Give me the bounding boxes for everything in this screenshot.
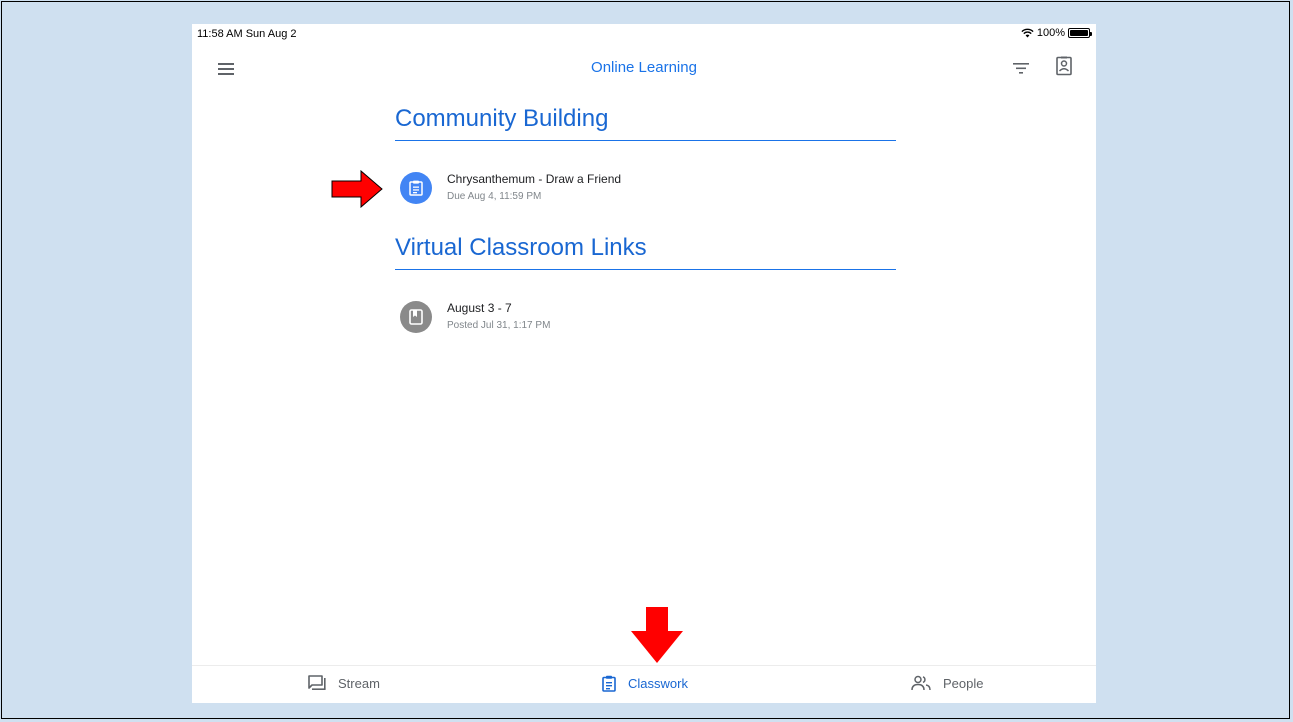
material-icon — [400, 301, 432, 333]
battery-icon — [1068, 28, 1092, 38]
nav-classwork[interactable]: Classwork — [602, 675, 688, 692]
battery-percent: 100% — [1036, 27, 1065, 39]
annotation-arrow-right — [331, 170, 383, 208]
classwork-content: Community Building Chrysanthemum - Draw … — [395, 104, 896, 356]
topic-virtual-classroom-links: Virtual Classroom Links August 3 - 7 Pos… — [395, 233, 896, 356]
profile-icon[interactable] — [1056, 56, 1072, 76]
nav-classwork-label: Classwork — [628, 676, 688, 691]
annotation-arrow-down — [631, 607, 683, 663]
wifi-icon — [1021, 28, 1034, 38]
nav-people-label: People — [943, 675, 984, 691]
topic-community-building: Community Building Chrysanthemum - Draw … — [395, 104, 896, 227]
assignment-item[interactable]: Chrysanthemum - Draw a Friend Due Aug 4,… — [395, 141, 896, 227]
class-title: Online Learning — [591, 59, 697, 76]
assignment-icon — [400, 172, 432, 204]
classwork-icon — [602, 675, 616, 692]
assignment-due-date: Due Aug 4, 11:59 PM — [447, 191, 542, 202]
people-icon — [911, 675, 931, 691]
material-item[interactable]: August 3 - 7 Posted Jul 31, 1:17 PM — [395, 270, 896, 356]
status-time: 11:58 AM Sun Aug 2 — [197, 28, 297, 40]
ipad-screen: 11:58 AM Sun Aug 2 100% Online Learning — [192, 24, 1096, 703]
nav-stream[interactable]: Stream — [308, 675, 380, 691]
topic-title: Virtual Classroom Links — [395, 233, 896, 270]
status-bar: 11:58 AM Sun Aug 2 100% — [192, 24, 1096, 46]
nav-stream-label: Stream — [338, 675, 380, 691]
material-posted-date: Posted Jul 31, 1:17 PM — [447, 320, 551, 331]
stream-icon — [308, 675, 326, 690]
assignment-title: Chrysanthemum - Draw a Friend — [447, 172, 622, 186]
filter-icon[interactable] — [1013, 61, 1029, 75]
topic-title: Community Building — [395, 104, 896, 141]
app-header: Online Learning — [192, 46, 1096, 90]
material-title: August 3 - 7 — [447, 301, 512, 315]
nav-people[interactable]: People — [911, 675, 983, 691]
bottom-nav: Stream Classwork People — [192, 665, 1096, 703]
status-right: 100% — [1021, 27, 1092, 39]
